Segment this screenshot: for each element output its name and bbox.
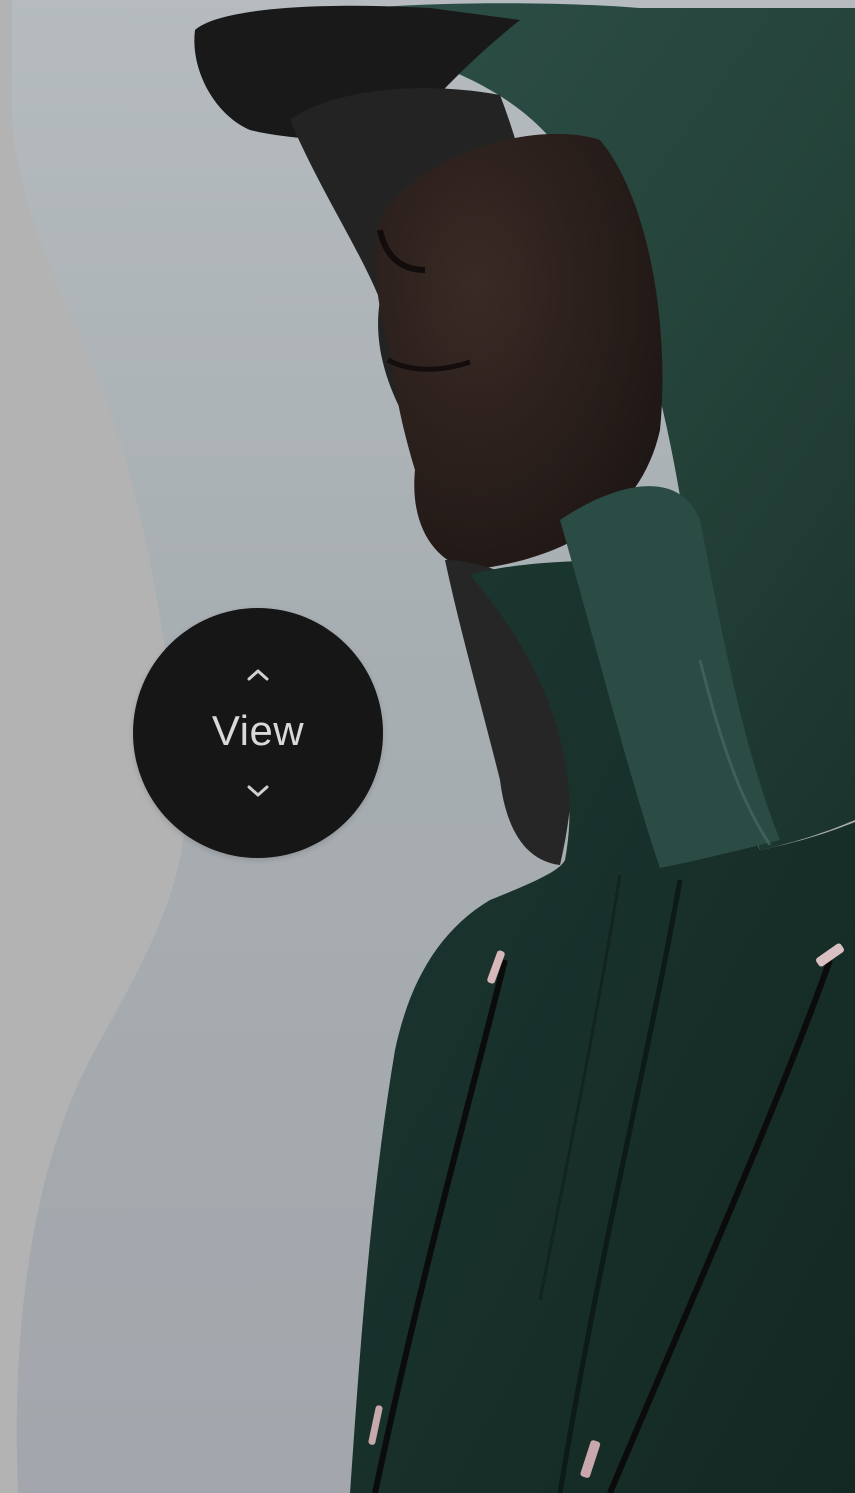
- chevron-down-icon: [247, 785, 269, 797]
- hero-product-image: [0, 0, 855, 1493]
- product-viewer: View: [0, 0, 855, 1493]
- view-label: View: [211, 707, 305, 754]
- chevron-up-icon: [247, 669, 269, 681]
- view-toggle-button[interactable]: View: [133, 608, 383, 858]
